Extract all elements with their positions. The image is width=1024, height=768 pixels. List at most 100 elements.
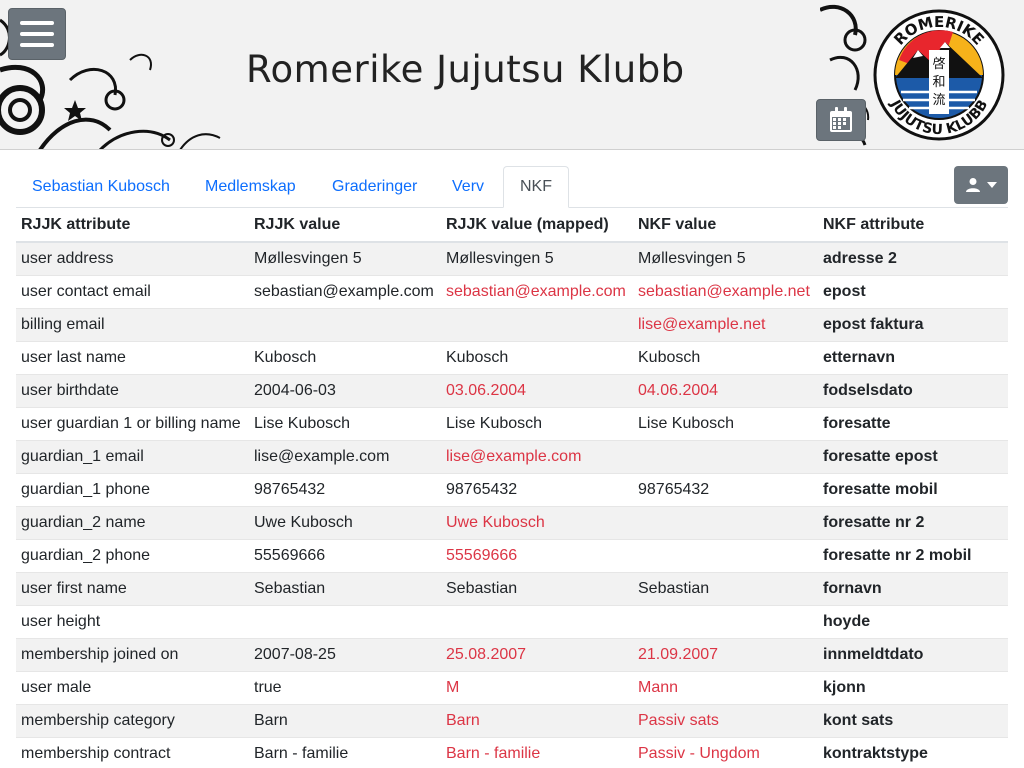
rjjk-attribute-cell: user birthdate <box>16 373 249 407</box>
tab-nkf[interactable]: NKF <box>503 166 569 208</box>
nkf-value-cell: Mann <box>633 670 818 704</box>
rjjk-mapped-value-cell: Møllesvingen 5 <box>441 241 633 275</box>
rjjk-mapped-value-cell: sebastian@example.com <box>441 274 633 308</box>
table-row: guardian_2 name Uwe Kubosch Uwe Kubosch for… <box>16 505 1008 539</box>
tab-sebastian-kubosch[interactable]: Sebastian Kubosch <box>16 166 186 208</box>
nkf-attribute-cell: kjonn <box>818 670 1008 704</box>
rjjk-value-cell: 55569666 <box>249 538 441 572</box>
table-header-row: RJJK attribute RJJK value RJJK value (ma… <box>16 208 1008 243</box>
rjjk-mapped-value-cell: 25.08.2007 <box>441 637 633 671</box>
table-row: guardian_1 phone 98765432 98765432 98765432… <box>16 472 1008 506</box>
rjjk-value-cell: 2004-06-03 <box>249 373 441 407</box>
rjjk-mapped-value-cell: 03.06.2004 <box>441 373 633 407</box>
nkf-attribute-cell: hoyde <box>818 604 1008 638</box>
rjjk-attribute-cell: user address <box>16 241 249 275</box>
rjjk-attribute-cell: user guardian 1 or billing name <box>16 406 249 440</box>
column-header: RJJK attribute <box>16 208 249 243</box>
table-row: guardian_1 email lise@example.com lise@exa… <box>16 439 1008 473</box>
hamburger-icon-line <box>20 43 54 47</box>
calendar-icon <box>830 107 852 132</box>
table-row: membership contract Barn - familie Barn - … <box>16 736 1008 768</box>
rjjk-value-cell: Lise Kubosch <box>249 406 441 440</box>
rjjk-value-cell: lise@example.com <box>249 439 441 473</box>
site-title: Romerike Jujutsu Klubb <box>246 48 685 91</box>
user-icon <box>966 178 980 192</box>
nkf-value-cell: 98765432 <box>633 472 818 506</box>
table-row: user guardian 1 or billing name Lise Kubo… <box>16 406 1008 440</box>
rjjk-value-cell <box>249 604 441 638</box>
table-row: user contact email sebastian@example.com s… <box>16 274 1008 308</box>
rjjk-attribute-cell: membership contract <box>16 736 249 768</box>
rjjk-value-cell: 2007-08-25 <box>249 637 441 671</box>
nkf-attribute-cell: fornavn <box>818 571 1008 605</box>
rjjk-value-cell: 98765432 <box>249 472 441 506</box>
rjjk-attribute-cell: guardian_1 email <box>16 439 249 473</box>
rjjk-attribute-cell: user last name <box>16 340 249 374</box>
nkf-attribute-cell: kont sats <box>818 703 1008 737</box>
nkf-attribute-cell: foresatte nr 2 <box>818 505 1008 539</box>
rjjk-attribute-cell: guardian_2 name <box>16 505 249 539</box>
table-row: user address Møllesvingen 5 Møllesvingen 5… <box>16 241 1008 275</box>
nkf-comparison-table: RJJK attribute RJJK value RJJK value (ma… <box>16 208 1008 768</box>
tab-verv[interactable]: Verv <box>436 166 500 208</box>
nkf-attribute-cell: foresatte mobil <box>818 472 1008 506</box>
rjjk-value-cell: sebastian@example.com <box>249 274 441 308</box>
nkf-value-cell: Passiv - Ungdom <box>633 736 818 768</box>
profile-tabs: Sebastian Kubosch Medlemskap Graderinger… <box>16 166 1008 208</box>
rjjk-mapped-value-cell: 98765432 <box>441 472 633 506</box>
rjjk-mapped-value-cell <box>441 307 633 341</box>
column-header: RJJK value (mapped) <box>441 208 633 243</box>
rjjk-attribute-cell: user male <box>16 670 249 704</box>
calendar-button[interactable] <box>816 99 866 141</box>
nkf-value-cell <box>633 439 818 473</box>
nkf-value-cell: 04.06.2004 <box>633 373 818 407</box>
rjjk-value-cell: Sebastian <box>249 571 441 605</box>
rjjk-mapped-value-cell: Barn <box>441 703 633 737</box>
table-row: billing email lise@example.net epost faktu… <box>16 307 1008 341</box>
nkf-value-cell: Passiv sats <box>633 703 818 737</box>
rjjk-value-cell: true <box>249 670 441 704</box>
table-row: guardian_2 phone 55569666 55569666 foresatt… <box>16 538 1008 572</box>
rjjk-value-cell: Barn - familie <box>249 736 441 768</box>
nkf-attribute-cell: kontraktstype <box>818 736 1008 768</box>
column-header: NKF attribute <box>818 208 1008 243</box>
rjjk-mapped-value-cell: Sebastian <box>441 571 633 605</box>
rjjk-attribute-cell: guardian_1 phone <box>16 472 249 506</box>
nkf-value-cell: 21.09.2007 <box>633 637 818 671</box>
nkf-attribute-cell: epost faktura <box>818 307 1008 341</box>
nkf-attribute-cell: fodselsdato <box>818 373 1008 407</box>
logo-kanji: 啓 <box>932 57 945 72</box>
rjjk-value-cell: Uwe Kubosch <box>249 505 441 539</box>
rjjk-attribute-cell: membership category <box>16 703 249 737</box>
rjjk-mapped-value-cell: M <box>441 670 633 704</box>
rjjk-mapped-value-cell <box>441 604 633 638</box>
hamburger-icon-line <box>20 32 54 36</box>
tab-graderinger[interactable]: Graderinger <box>316 166 433 208</box>
rjjk-attribute-cell: billing email <box>16 307 249 341</box>
nkf-value-cell <box>633 604 818 638</box>
user-menu-button[interactable] <box>954 166 1008 204</box>
nkf-attribute-cell: foresatte nr 2 mobil <box>818 538 1008 572</box>
tab-medlemskap[interactable]: Medlemskap <box>189 166 312 208</box>
rjjk-mapped-value-cell: Uwe Kubosch <box>441 505 633 539</box>
nkf-value-cell: Kubosch <box>633 340 818 374</box>
nkf-value-cell: Sebastian <box>633 571 818 605</box>
rjjk-attribute-cell: guardian_2 phone <box>16 538 249 572</box>
nkf-value-cell: Lise Kubosch <box>633 406 818 440</box>
nkf-attribute-cell: epost <box>818 274 1008 308</box>
rjjk-attribute-cell: user first name <box>16 571 249 605</box>
table-row: membership joined on 2007-08-25 25.08.2007… <box>16 637 1008 671</box>
nkf-attribute-cell: foresatte <box>818 406 1008 440</box>
menu-button[interactable] <box>8 8 66 60</box>
club-logo: 啓 和 流 ROMERIKE JUJUTSU KLUBB <box>873 9 1005 141</box>
caret-down-icon <box>987 182 997 188</box>
rjjk-value-cell <box>249 307 441 341</box>
nkf-value-cell: Møllesvingen 5 <box>633 241 818 275</box>
nkf-value-cell: sebastian@example.net <box>633 274 818 308</box>
nkf-attribute-cell: innmeldtdato <box>818 637 1008 671</box>
rjjk-value-cell: Kubosch <box>249 340 441 374</box>
nkf-value-cell <box>633 505 818 539</box>
column-header: RJJK value <box>249 208 441 243</box>
nkf-attribute-cell: etternavn <box>818 340 1008 374</box>
table-row: user height hoyde <box>16 604 1008 638</box>
